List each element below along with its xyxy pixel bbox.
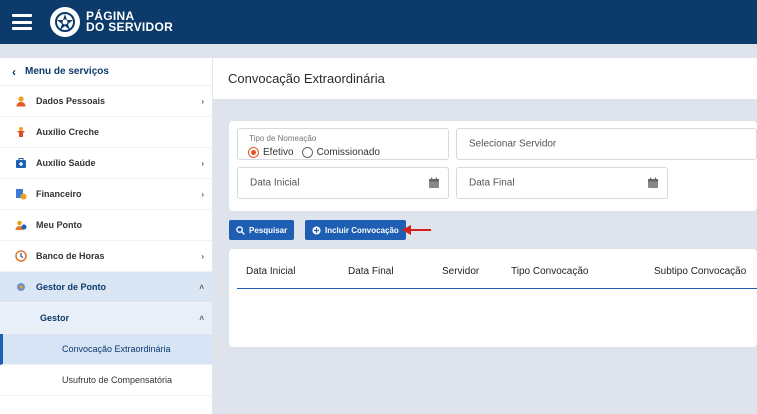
sidebar-item-auxilio-saude[interactable]: Auxílio Saúde › xyxy=(0,148,212,179)
column-header-subtipo-convocacao[interactable]: Subtipo Convocação xyxy=(654,266,746,277)
search-button-label: Pesquisar xyxy=(249,225,288,235)
data-final-input[interactable]: Data Final xyxy=(456,167,668,199)
child-icon xyxy=(15,126,27,138)
chevron-right-icon: › xyxy=(201,189,204,199)
sidebar-item-meu-ponto[interactable]: Meu Ponto xyxy=(0,210,212,241)
sidebar-item-financeiro[interactable]: Financeiro › xyxy=(0,179,212,210)
calendar-icon[interactable] xyxy=(647,177,659,189)
radio-efetivo-label[interactable]: Efetivo xyxy=(263,147,294,158)
data-final-placeholder: Data Final xyxy=(469,177,515,189)
sidebar-item-label: Meu Ponto xyxy=(36,220,82,230)
finance-icon xyxy=(15,188,27,200)
sidebar-item-label: Banco de Horas xyxy=(36,251,105,261)
sidebar-header-label: Menu de serviços xyxy=(25,66,109,77)
sidebar-back-button[interactable]: ‹ Menu de serviços xyxy=(0,58,212,86)
sidebar-item-label: Gestor xyxy=(40,313,70,323)
logo-emblem-icon xyxy=(50,7,80,37)
logo-text: PÁGINA DO SERVIDOR xyxy=(86,9,174,34)
sidebar-item-label: Auxílio Creche xyxy=(36,127,100,137)
chevron-right-icon: › xyxy=(201,251,204,261)
sidebar-item-label: Usufruto de Compensatória xyxy=(62,375,173,385)
radio-efetivo[interactable] xyxy=(248,147,259,158)
sidebar-item-label: Gestor de Ponto xyxy=(36,282,107,292)
results-table-card: Data Inicial Data Final Servidor Tipo Co… xyxy=(229,249,757,347)
column-header-data-inicial[interactable]: Data Inicial xyxy=(246,266,295,277)
gear-icon xyxy=(15,281,27,293)
column-header-data-final[interactable]: Data Final xyxy=(348,266,394,277)
filter-form-card: Tipo de Nomeação Efetivo Comissionado Se… xyxy=(229,121,757,211)
sidebar-item-banco-de-horas[interactable]: Banco de Horas › xyxy=(0,241,212,272)
servidor-select[interactable]: Selecionar Servidor xyxy=(456,128,757,160)
chevron-up-icon: ˄ xyxy=(199,282,204,292)
page-title: Convocação Extraordinária xyxy=(228,71,385,86)
sidebar-item-label: Dados Pessoais xyxy=(36,96,106,106)
page-title-bar: Convocação Extraordinária xyxy=(213,58,757,100)
servidor-placeholder: Selecionar Servidor xyxy=(469,138,557,150)
clock-icon xyxy=(15,250,27,262)
person-icon xyxy=(15,95,27,107)
data-inicial-placeholder: Data Inicial xyxy=(250,177,300,189)
sidebar-item-gestor[interactable]: Gestor ˄ xyxy=(0,303,212,334)
radio-comissionado-label[interactable]: Comissionado xyxy=(317,147,380,158)
table-header-divider xyxy=(237,288,757,289)
top-bar: PÁGINA DO SERVIDOR xyxy=(0,0,757,44)
chevron-up-icon: ˄ xyxy=(199,313,204,323)
data-inicial-input[interactable]: Data Inicial xyxy=(237,167,449,199)
tipo-nomeacao-label: Tipo de Nomeação xyxy=(249,134,317,143)
column-header-servidor[interactable]: Servidor xyxy=(442,266,479,277)
sidebar-item-usufruto-compensatoria[interactable]: Usufruto de Compensatória xyxy=(0,365,212,396)
tipo-nomeacao-radio-group: Efetivo Comissionado xyxy=(248,147,388,158)
sidebar-item-auxilio-creche[interactable]: Auxílio Creche xyxy=(0,117,212,148)
search-button[interactable]: Pesquisar xyxy=(229,220,295,240)
search-icon xyxy=(236,225,245,235)
sidebar: ‹ Menu de serviços Dados Pessoais › Auxí… xyxy=(0,58,213,414)
column-header-tipo-convocacao[interactable]: Tipo Convocação xyxy=(511,266,588,277)
sidebar-item-gestor-de-ponto[interactable]: Gestor de Ponto ˄ xyxy=(0,272,212,303)
sidebar-item-label: Convocação Extraordinária xyxy=(62,344,171,354)
radio-comissionado[interactable] xyxy=(301,147,313,158)
annotation-arrow-icon xyxy=(402,225,431,235)
include-convocacao-button[interactable]: Incluir Convocação xyxy=(305,220,406,240)
sidebar-item-dados-pessoais[interactable]: Dados Pessoais › xyxy=(0,86,212,117)
chevron-right-icon: › xyxy=(201,158,204,168)
plus-circle-icon xyxy=(312,225,321,235)
include-button-label: Incluir Convocação xyxy=(325,225,399,235)
calendar-icon[interactable] xyxy=(428,177,440,189)
chevron-left-icon: ‹ xyxy=(12,64,16,79)
medical-kit-icon xyxy=(15,157,27,169)
sidebar-item-label: Auxílio Saúde xyxy=(36,158,96,168)
hamburger-menu-icon[interactable] xyxy=(12,14,32,30)
sidebar-item-label: Financeiro xyxy=(36,189,82,199)
logo[interactable]: PÁGINA DO SERVIDOR xyxy=(50,7,173,37)
sidebar-item-convocacao-extraordinaria[interactable]: Convocação Extraordinária xyxy=(0,334,212,365)
user-clock-icon xyxy=(15,219,27,231)
table-header: Data Inicial Data Final Servidor Tipo Co… xyxy=(229,249,757,289)
chevron-right-icon: › xyxy=(201,96,204,106)
tipo-nomeacao-field: Tipo de Nomeação Efetivo Comissionado xyxy=(237,128,449,160)
